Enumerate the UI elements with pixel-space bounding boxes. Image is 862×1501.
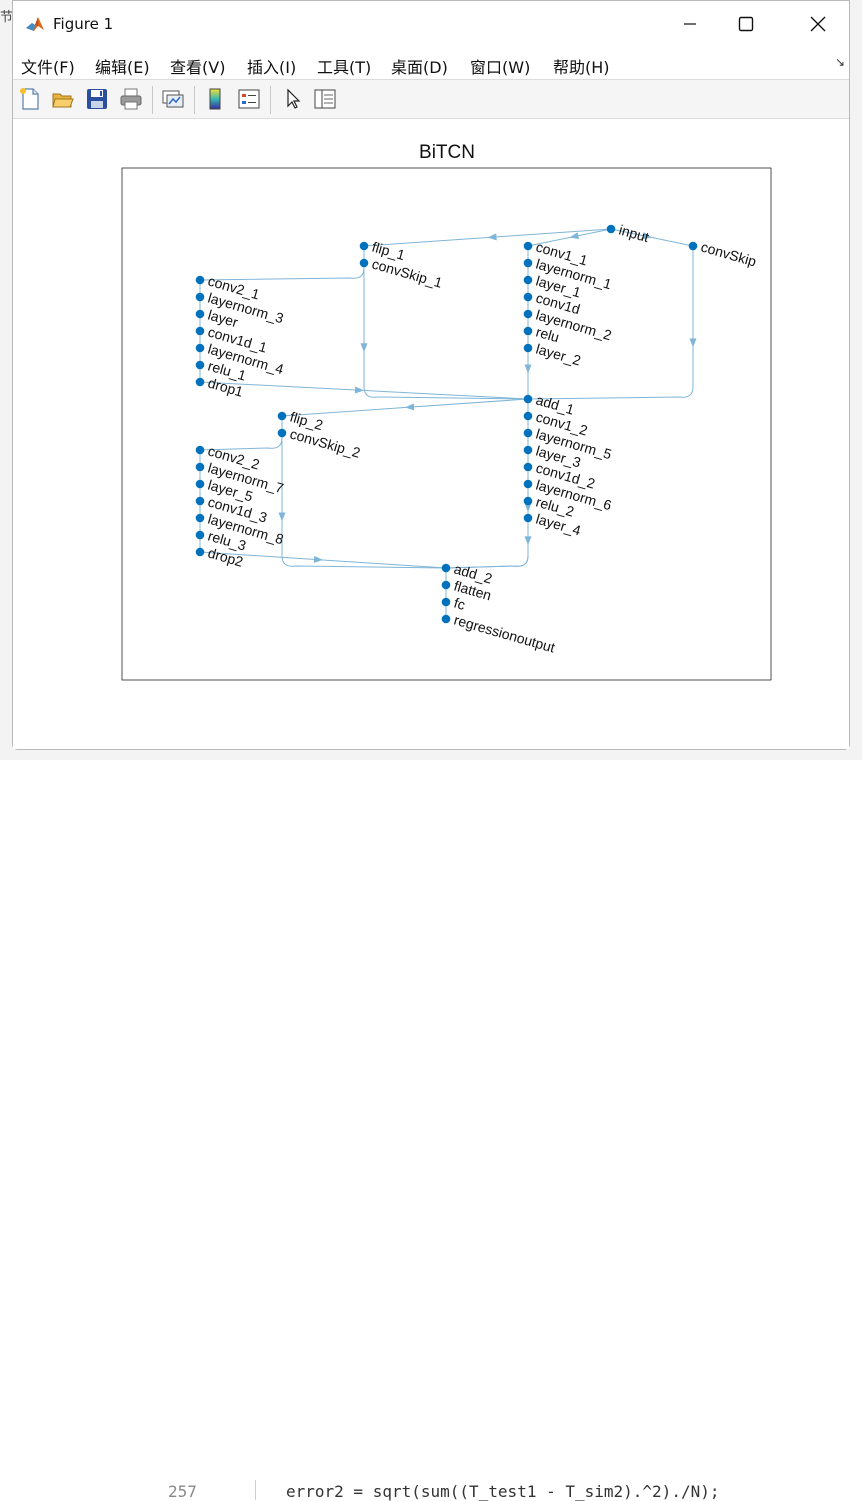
background-editor-left: 节 [0,0,13,760]
title-bar[interactable]: Figure 1 [13,1,849,47]
link-plot-icon[interactable] [161,87,185,111]
pointer-icon[interactable] [281,87,305,111]
menu-tools[interactable]: 工具(T) [317,54,371,78]
menu-desktop[interactable]: 桌面(D) [391,54,448,78]
close-icon [810,16,826,32]
colorbar-icon[interactable] [203,87,227,111]
figure-window: Figure 1 文件(F) 编辑(E) 查看(V) 插入(I) 工具(T) 桌… [12,0,850,750]
toolbar [13,79,849,119]
background-code-line: error2 = sqrt(sum((T_test1 - T_sim2).^2)… [286,1482,720,1501]
menu-edit[interactable]: 编辑(E) [95,54,150,78]
menu-insert[interactable]: 插入(I) [247,54,296,78]
legend-icon[interactable] [237,87,261,111]
print-icon[interactable] [119,87,143,111]
window-title: Figure 1 [53,15,114,33]
property-inspector-icon[interactable] [313,87,337,111]
background-line-number: 257 [168,1482,197,1501]
new-figure-icon[interactable] [18,87,42,111]
minimize-button[interactable] [667,9,713,39]
menu-file[interactable]: 文件(F) [21,54,75,78]
save-icon[interactable] [85,87,109,111]
menu-window[interactable]: 窗口(W) [470,54,530,78]
matlab-logo-icon [25,14,45,34]
minimize-icon [684,23,696,25]
background-editor-right [850,0,862,760]
menu-view[interactable]: 查看(V) [170,54,225,78]
maximize-icon [738,16,754,32]
menu-help[interactable]: 帮助(H) [553,54,610,78]
figure-canvas[interactable] [13,119,849,749]
dock-arrow-icon[interactable]: ↘ [835,55,845,69]
maximize-button[interactable] [723,9,769,39]
menu-bar: 文件(F) 编辑(E) 查看(V) 插入(I) 工具(T) 桌面(D) 窗口(W… [13,47,849,79]
open-icon[interactable] [51,87,75,111]
close-button[interactable] [795,9,841,39]
